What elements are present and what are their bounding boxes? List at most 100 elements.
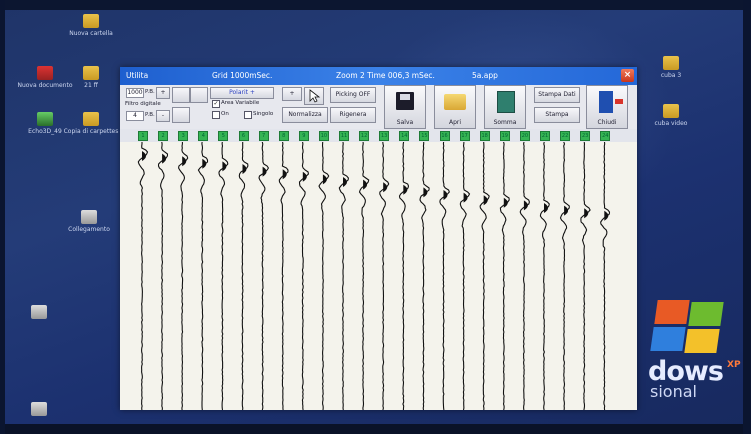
save-button[interactable]: Salva — [384, 85, 426, 129]
trace-field[interactable]: 1000 — [126, 88, 144, 98]
trace-fill-22 — [564, 205, 569, 216]
folder-icon — [663, 104, 679, 118]
application-icon — [37, 112, 53, 126]
trace-number-10[interactable]: 10 — [318, 131, 329, 141]
seismic-trace-3 — [178, 142, 189, 410]
trace-number-3[interactable]: 3 — [178, 131, 189, 141]
desktop-icon-label: cuba 3 — [660, 72, 682, 79]
desktop-icon-folder-1[interactable]: Nuova cartella — [62, 14, 120, 37]
trace-number-23[interactable]: 23 — [580, 131, 591, 141]
floppy-disk-icon — [396, 92, 414, 110]
blank-button-3[interactable] — [190, 87, 208, 103]
area-variable-checkbox[interactable]: ✓ — [212, 100, 220, 108]
print-button[interactable]: Stampa — [534, 107, 580, 123]
trace-fill-9 — [302, 171, 307, 182]
trace-number-15[interactable]: 15 — [419, 131, 430, 141]
trace-fill-24 — [604, 210, 609, 221]
blank-button-2[interactable] — [172, 107, 190, 123]
trace-fill-6 — [242, 164, 247, 174]
seismic-trace-9 — [298, 142, 309, 410]
trace-number-14[interactable]: 14 — [399, 131, 410, 141]
trace-fill-16 — [443, 190, 448, 200]
seismic-trace-6 — [238, 142, 249, 410]
on-checkbox[interactable] — [212, 111, 220, 119]
print-data-button[interactable]: Stampa Dati — [534, 87, 580, 103]
trace-number-12[interactable]: 12 — [359, 131, 370, 141]
calculator-icon — [497, 91, 515, 113]
desktop-icon-doc-2[interactable] — [10, 305, 68, 321]
pointer-tool-button[interactable] — [304, 87, 324, 105]
trace-fill-4 — [202, 158, 207, 169]
stepper-up-button[interactable]: + — [156, 87, 170, 99]
sum-label: Somma — [493, 119, 517, 126]
seismogram-plot[interactable] — [120, 142, 637, 410]
stepper-down-button[interactable]: - — [156, 110, 170, 122]
desktop-icon-folder-right-2[interactable]: cuba video — [642, 104, 700, 127]
monitor-bezel-bottom — [0, 424, 751, 434]
polarity-button[interactable]: Polarit + — [210, 87, 274, 99]
normalize-button[interactable]: Normalizza — [282, 107, 328, 123]
seismic-trace-14 — [398, 142, 410, 410]
document-icon — [31, 305, 47, 319]
trace-number-2[interactable]: 2 — [158, 131, 169, 141]
trace-fill-8 — [282, 169, 287, 180]
open-button[interactable]: Apri — [434, 85, 476, 129]
trace-number-8[interactable]: 8 — [278, 131, 289, 141]
regenerate-button[interactable]: Rigenera — [330, 107, 376, 123]
desktop-icon-folder-right-1[interactable]: cuba 3 — [642, 56, 700, 79]
save-label: Salva — [396, 119, 414, 126]
seismic-trace-24 — [600, 142, 611, 410]
document-icon — [81, 210, 97, 224]
desktop-icon-label: cuba video — [654, 120, 688, 127]
desktop-icon-doc-3[interactable] — [10, 402, 68, 418]
trace-fill-14 — [403, 184, 408, 195]
exit-door-icon — [599, 91, 623, 113]
desktop-icon-label: Collegamento — [68, 226, 110, 233]
trace-number-9[interactable]: 9 — [298, 131, 309, 141]
trace-fill-20 — [523, 200, 528, 211]
trace-number-6[interactable]: 6 — [238, 131, 249, 141]
trace-fill-23 — [584, 208, 589, 219]
trace-number-4[interactable]: 4 — [198, 131, 209, 141]
sum-button[interactable]: Somma — [484, 85, 526, 129]
trace-number-21[interactable]: 21 — [540, 131, 550, 141]
seismic-trace-22 — [559, 142, 570, 410]
trace-number-17[interactable]: 17 — [459, 131, 470, 141]
trace-number-11[interactable]: 11 — [339, 131, 349, 141]
file-name: 5a.app — [472, 71, 498, 80]
filter-field[interactable]: 4 — [126, 111, 144, 121]
seismic-trace-7 — [258, 142, 270, 410]
add-button[interactable]: + — [282, 87, 302, 101]
trace-number-13[interactable]: 13 — [379, 131, 390, 141]
single-checkbox[interactable] — [244, 111, 252, 119]
exit-button[interactable]: Chiudi — [586, 85, 628, 129]
close-button[interactable]: × — [621, 69, 634, 82]
title-bar[interactable]: Utilita Grid 1000mSec. Zoom 2 Time 006,3… — [120, 67, 637, 85]
trace-number-20[interactable]: 20 — [519, 131, 530, 141]
trace-number-22[interactable]: 22 — [560, 131, 571, 141]
trace-number-24[interactable]: 24 — [600, 131, 611, 141]
trace-fill-11 — [343, 177, 347, 187]
desktop-icon-folder-2[interactable]: 21 ff — [62, 66, 120, 89]
desktop-icon-folder-3[interactable]: Copia di carpettes — [62, 112, 120, 135]
os-brand-xp: XP — [727, 360, 741, 370]
desktop-icon-label: Copia di carpettes — [63, 128, 119, 135]
trace-fill-10 — [322, 174, 327, 185]
blank-button-1[interactable] — [172, 87, 190, 103]
trace-number-19[interactable]: 19 — [499, 131, 510, 141]
area-variable-label: Area Variabile — [221, 100, 260, 106]
trace-number-1[interactable]: 1 — [138, 131, 148, 141]
on-label: On — [221, 111, 229, 117]
trace-fill-19 — [503, 197, 508, 208]
desktop-icon-label: Nuova cartella — [69, 30, 113, 37]
picking-button[interactable]: Picking OFF — [330, 87, 376, 103]
trace-number-5[interactable]: 5 — [218, 131, 229, 141]
trace-number-7[interactable]: 7 — [258, 131, 269, 141]
trace-fill-12 — [363, 179, 368, 190]
trace-fill-7 — [262, 166, 267, 177]
trace-number-16[interactable]: 16 — [439, 131, 450, 141]
app-title: Utilita — [126, 71, 149, 80]
trace-number-18[interactable]: 18 — [479, 131, 490, 141]
desktop-icon-doc-1[interactable]: Collegamento — [60, 210, 118, 233]
monitor-bezel-right — [743, 0, 751, 434]
